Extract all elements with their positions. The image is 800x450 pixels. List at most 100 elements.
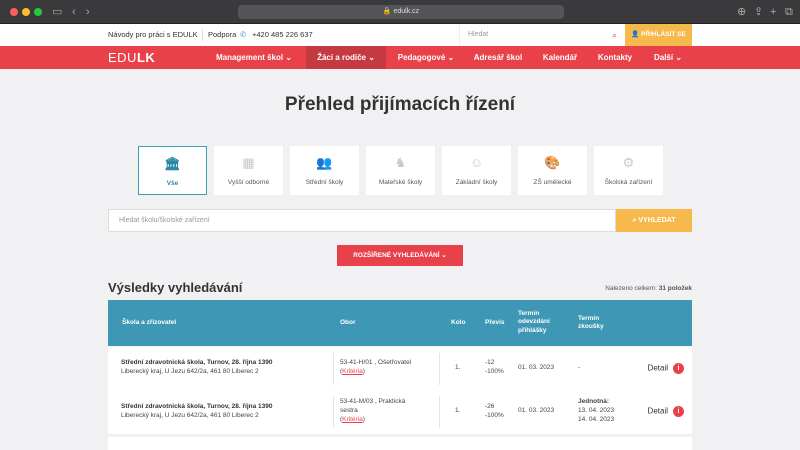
header-search-placeholder: Hledat: [468, 31, 489, 38]
nav-item-teachers[interactable]: Pedagogové ⌄: [390, 46, 462, 69]
main-nav: EDULK Management škol ⌄ Žáci a rodiče ⌄ …: [0, 46, 800, 69]
share-icon[interactable]: ⇪: [754, 0, 763, 24]
search-button[interactable]: ⌕ VYHLEDAT: [616, 209, 692, 232]
nav-item-school-directory[interactable]: Adresář škol: [468, 46, 528, 69]
guide-link[interactable]: Návody pro práci s EDULK: [108, 24, 198, 46]
board-icon: ▦: [242, 155, 255, 170]
table-row[interactable]: [108, 437, 692, 450]
category-label: ZŠ umělecké: [533, 179, 572, 186]
login-button[interactable]: 👤 PŘIHLÁSIT SE: [625, 24, 692, 46]
results-count-prefix: Nalezeno celkem:: [605, 285, 659, 292]
category-label: Základní školy: [455, 179, 498, 186]
forward-icon[interactable]: ›: [86, 0, 90, 24]
field-name-cont: sestra: [340, 406, 358, 414]
divider: [439, 396, 440, 428]
overflow-value: -26 -100%: [485, 403, 504, 421]
exam-date-1: 13. 04. 2023: [578, 406, 615, 414]
category-art-schools[interactable]: 🎨 ZŠ umělecké: [518, 146, 587, 195]
criteria-link[interactable]: Kritéria: [342, 368, 363, 375]
url-text: edulk.cz: [393, 8, 420, 15]
header-search-input[interactable]: Hledat ⌕: [459, 24, 623, 46]
results-title: Výsledky vyhledávání: [108, 280, 243, 295]
overflow-value: -12 -100%: [485, 359, 504, 377]
detail-button[interactable]: Detail i: [648, 363, 684, 374]
category-kindergarten[interactable]: ♞ Mateřské školy: [366, 146, 435, 195]
logo-text-a: EDU: [108, 50, 137, 65]
overflow-percent: -100%: [485, 411, 504, 419]
round-value: 1.: [455, 364, 461, 371]
field-code: 53-41-H/01 , Ošetřovatel (Kritéria): [340, 359, 412, 375]
login-label: PŘIHLÁSIT SE: [641, 31, 686, 38]
nav-item-students-parents[interactable]: Žáci a rodiče ⌄: [306, 46, 386, 69]
logo[interactable]: EDULK: [108, 46, 155, 69]
category-higher-vocational[interactable]: ▦ Vyšší odborné: [214, 146, 283, 195]
category-label: Školská zařízení: [604, 179, 653, 186]
download-icon[interactable]: ⊕: [737, 0, 746, 24]
school-search-placeholder: Hledat školu/školské zařízení: [119, 217, 210, 224]
maximize-window-button[interactable]: [34, 8, 42, 16]
school-address: Liberecký kraj, U Jezu 642/2a, 461 80 Li…: [121, 368, 259, 375]
search-icon: ⌕: [632, 217, 637, 224]
school-address: Liberecký kraj, U Jezu 642/2a, 461 80 Li…: [121, 412, 259, 419]
field-code: 53-41-M/03 , Praktická sestra (Kritéria): [340, 398, 406, 423]
divider: [333, 353, 334, 385]
col-exam: Termín zkoušky: [578, 315, 604, 331]
overflow-count: -12: [485, 359, 495, 366]
table-row[interactable]: Střední zdravotnická škola, Turnov, 28. …: [108, 347, 692, 391]
exam-dates: Jednotná: 13. 04. 2023 14. 04. 2023: [578, 398, 614, 424]
category-label: Vyšší odborné: [227, 179, 270, 186]
overflow-percent: -100%: [485, 367, 504, 375]
user-icon: 👤: [631, 31, 640, 38]
divider: [202, 29, 203, 41]
detail-button[interactable]: Detail i: [648, 406, 684, 417]
deadline-value: 01. 03. 2023: [518, 407, 555, 414]
nav-item-calendar[interactable]: Kalendář: [534, 46, 586, 69]
sidebar-icon[interactable]: ▭: [52, 0, 62, 24]
category-school-facilities[interactable]: ⚙ Školská zařízení: [594, 146, 663, 195]
exam-date-2: 14. 04. 2023: [578, 415, 615, 423]
browser-toolbar: ▭ ‹ › 🔒 edulk.cz ⊕ ⇪ + ⧉: [0, 0, 800, 24]
table-row[interactable]: Střední zdravotnická škola, Turnov, 28. …: [108, 390, 692, 434]
close-window-button[interactable]: [10, 8, 18, 16]
school-name: Střední zdravotnická škola, Turnov, 28. …: [121, 359, 273, 366]
divider: [333, 396, 334, 428]
col-field: Obor: [340, 319, 356, 326]
back-icon[interactable]: ‹: [72, 0, 76, 24]
field-name: 53-41-M/03 , Praktická: [340, 398, 406, 405]
nav-item-contacts[interactable]: Kontakty: [590, 46, 640, 69]
building-icon: 🏛: [164, 156, 181, 171]
logo-text-b: LK: [136, 50, 156, 65]
school-search-input[interactable]: Hledat školu/školské zařízení: [108, 209, 616, 232]
advanced-search-button[interactable]: ROZŠÍŘENÉ VYHLEDÁVÁNÍ ⌄: [337, 245, 463, 266]
category-label: Mateřské školy: [378, 179, 423, 186]
page-title: Přehled přijímacích řízení: [284, 94, 516, 115]
results-table-header: Škola a zřizovatel Obor Kolo Převis Term…: [108, 300, 692, 346]
exam-date: -: [578, 364, 581, 371]
minimize-window-button[interactable]: [22, 8, 30, 16]
search-icon[interactable]: ⌕: [612, 24, 617, 46]
field-name: 53-41-H/01 , Ošetřovatel: [340, 359, 412, 366]
results-count-value: 31 položek: [658, 285, 692, 292]
child-face-icon: ☺: [469, 155, 484, 170]
tabs-overview-icon[interactable]: ⧉: [785, 0, 793, 24]
students-icon: 👥: [316, 155, 333, 170]
phone-number[interactable]: +420 485 226 637: [252, 24, 313, 46]
url-bar[interactable]: 🔒 edulk.cz: [238, 5, 564, 19]
support-link[interactable]: Podpora: [208, 24, 236, 46]
detail-label: Detail: [647, 363, 668, 373]
category-label: Střední školy: [305, 179, 344, 186]
info-icon[interactable]: i: [673, 363, 684, 374]
info-icon[interactable]: i: [673, 406, 684, 417]
col-school: Škola a zřizovatel: [122, 319, 177, 326]
detail-label: Detail: [647, 406, 668, 416]
nav-item-management[interactable]: Management škol ⌄: [206, 46, 302, 69]
nav-item-more[interactable]: Další ⌄: [646, 46, 690, 69]
exam-type: Jednotná:: [578, 398, 610, 405]
new-tab-icon[interactable]: +: [770, 0, 776, 24]
criteria-link[interactable]: Kritéria: [342, 416, 363, 423]
category-primary[interactable]: ☺ Základní školy: [442, 146, 511, 195]
col-round: Kolo: [451, 319, 466, 326]
category-label: Vše: [166, 180, 179, 187]
category-secondary[interactable]: 👥 Střední školy: [290, 146, 359, 195]
category-all[interactable]: 🏛 Vše: [138, 146, 207, 195]
